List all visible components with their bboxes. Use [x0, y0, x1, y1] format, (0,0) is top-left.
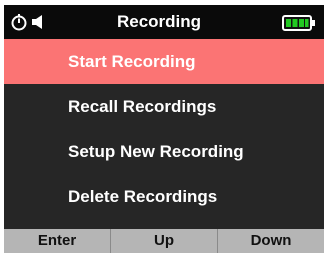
up-softkey[interactable]: Up: [111, 229, 218, 253]
status-bar: Recording: [4, 5, 324, 39]
menu-item-setup-new-recording[interactable]: Setup New Recording: [4, 129, 324, 174]
menu-item-delete-recordings[interactable]: Delete Recordings: [4, 174, 324, 219]
battery-full-icon: [282, 15, 315, 31]
softkey-bar: Enter Up Down: [4, 229, 324, 253]
timer-icon: [11, 14, 27, 31]
down-softkey[interactable]: Down: [218, 229, 324, 253]
enter-softkey[interactable]: Enter: [4, 229, 111, 253]
device-screen: Recording Start Recording Recall Recordi…: [4, 5, 324, 253]
speaker-icon: [32, 15, 42, 29]
screen-title: Recording: [116, 12, 202, 31]
menu-item-recall-recordings[interactable]: Recall Recordings: [4, 84, 324, 129]
main-menu: Start Recording Recall Recordings Setup …: [4, 39, 324, 219]
menu-item-start-recording[interactable]: Start Recording: [4, 39, 324, 84]
